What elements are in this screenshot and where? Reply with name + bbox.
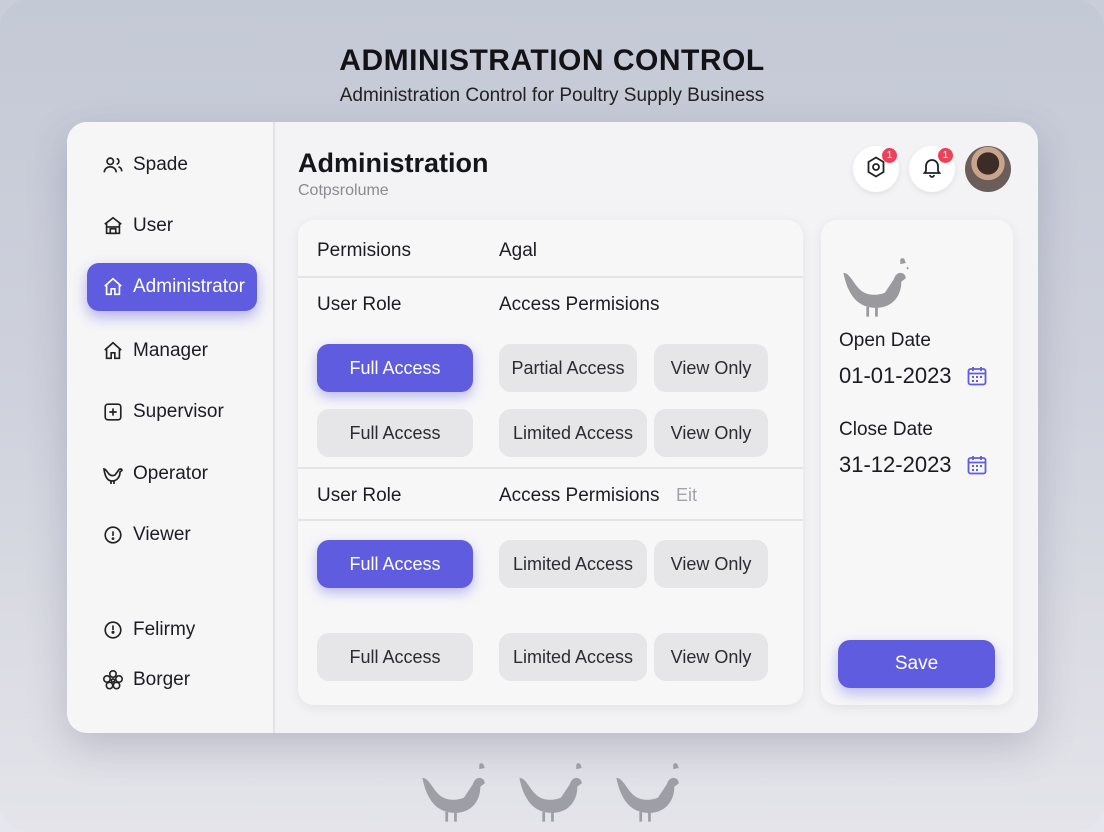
sidebar-item-felirmy[interactable]: Felirmy <box>87 606 257 654</box>
users-icon <box>101 153 125 177</box>
full-access-button[interactable]: Full Access <box>317 344 473 392</box>
full-access-button[interactable]: Full Access <box>317 540 473 588</box>
open-date-value[interactable]: 01-01-2023 <box>839 363 952 389</box>
sidebar-item-manager[interactable]: Manager <box>87 327 257 375</box>
sidebar-item-label: Administrator <box>133 276 245 297</box>
full-access-button[interactable]: Full Access <box>317 409 473 457</box>
close-date-label: Close Date <box>839 419 933 440</box>
sidebar-item-label: User <box>133 215 174 236</box>
sidebar: Spade User Administrator Manager Supervi… <box>67 122 275 733</box>
sidebar-item-operator[interactable]: Operator <box>87 450 257 498</box>
plus-square-icon <box>101 400 125 424</box>
hen-icon <box>839 250 909 327</box>
page-subtitle: Cotpsrolume <box>298 182 389 199</box>
sidebar-item-spade[interactable]: Spade <box>87 141 257 189</box>
sidebar-item-viewer[interactable]: Viewer <box>87 511 257 559</box>
agal-column-header: Agal <box>499 240 538 261</box>
page-heading: ADMINISTRATION CONTROL <box>339 44 765 77</box>
divider <box>298 519 803 521</box>
user-role-header: User Role <box>317 294 402 315</box>
view-only-button[interactable]: View Only <box>654 540 768 588</box>
page-title: Administration <box>298 148 489 178</box>
hen-icon <box>515 756 585 831</box>
flower-icon <box>101 668 125 692</box>
info-circle-icon <box>101 523 125 547</box>
limited-access-button[interactable]: Limited Access <box>499 633 647 681</box>
page-subheading: Administration Control for Poultry Suppl… <box>339 85 765 106</box>
clock-circle-icon <box>101 618 125 642</box>
sidebar-item-label: Supervisor <box>133 401 224 422</box>
hen-icon <box>612 756 682 831</box>
sidebar-item-label: Felirmy <box>133 619 196 640</box>
access-permissions-header: Access Permisions <box>499 485 660 506</box>
settings-button[interactable]: 1 <box>853 146 899 192</box>
main-content: Administration Cotpsrolume 1 1 Permision… <box>275 122 1038 733</box>
calendar-icon[interactable] <box>965 364 989 388</box>
avatar[interactable] <box>965 146 1011 192</box>
limited-access-button[interactable]: Limited Access <box>499 540 647 588</box>
view-only-button[interactable]: View Only <box>654 344 768 392</box>
view-only-button[interactable]: View Only <box>654 633 768 681</box>
sidebar-item-administrator[interactable]: Administrator <box>87 263 257 311</box>
sidebar-item-label: Operator <box>133 463 208 484</box>
limited-access-button[interactable]: Limited Access <box>499 409 647 457</box>
sidebar-item-label: Borger <box>133 669 191 690</box>
view-only-button[interactable]: View Only <box>654 409 768 457</box>
close-date-value[interactable]: 31-12-2023 <box>839 452 952 478</box>
notification-badge: 1 <box>882 148 897 163</box>
save-button[interactable]: Save <box>838 640 995 688</box>
sidebar-item-supervisor[interactable]: Supervisor <box>87 388 257 436</box>
home-icon <box>101 339 125 363</box>
admin-card: Spade User Administrator Manager Supervi… <box>67 122 1038 733</box>
sidebar-item-label: Manager <box>133 340 208 361</box>
notification-badge: 1 <box>938 148 953 163</box>
calendar-icon[interactable] <box>965 453 989 477</box>
permissions-column-header: Permisions <box>317 240 411 261</box>
divider <box>298 467 803 469</box>
edit-link[interactable]: Eit <box>676 485 697 506</box>
hen-icon <box>418 756 488 831</box>
full-access-button[interactable]: Full Access <box>317 633 473 681</box>
hen-outline-icon <box>101 462 125 486</box>
store-icon <box>101 214 125 238</box>
user-role-header: User Role <box>317 485 402 506</box>
partial-access-button[interactable]: Partial Access <box>499 344 637 392</box>
sidebar-item-label: Spade <box>133 154 188 175</box>
sidebar-item-label: Viewer <box>133 524 191 545</box>
divider <box>298 276 803 278</box>
permissions-panel: Permisions Agal User Role Access Permisi… <box>298 220 803 705</box>
notifications-button[interactable]: 1 <box>909 146 955 192</box>
home-icon <box>101 275 125 299</box>
sidebar-item-borger[interactable]: Borger <box>87 656 257 704</box>
sidebar-item-user[interactable]: User <box>87 202 257 250</box>
open-date-label: Open Date <box>839 330 931 351</box>
access-permissions-header: Access Permisions <box>499 294 660 315</box>
date-panel: Open Date 01-01-2023 Close Date 31-12-20… <box>821 220 1013 705</box>
